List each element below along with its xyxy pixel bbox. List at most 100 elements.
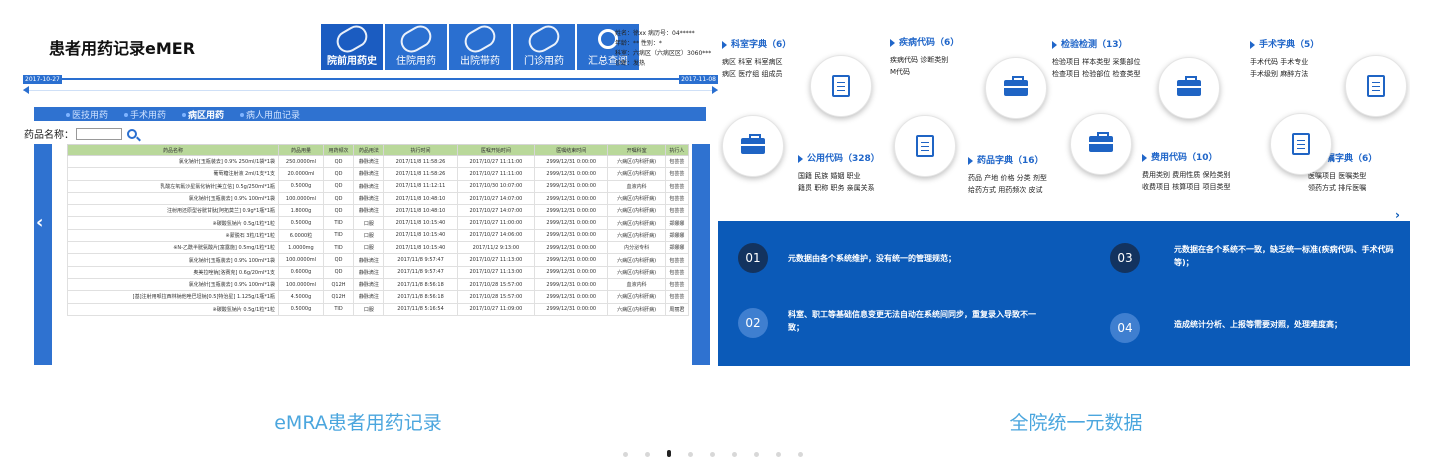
table-row[interactable]: [基]注射用哌拉西林钠他唑巴坦钠[0.5]特治星] 1.125g/1瓶*1瓶 4.… (66, 290, 690, 304)
carousel-dot[interactable] (732, 452, 737, 457)
table-cell: 口服 (353, 216, 385, 230)
table-row[interactable]: ※碳酸氢钠片 0.5g/1粒*1粒 0.5000g TID 口服 2017/11/8 1… (66, 216, 690, 230)
table-cell: 内分泌专科 (607, 241, 666, 255)
medication-table-area: ‹ 药品名称 药品用量 用药频次 药品用法 执行时间 医嘱开始时间 医嘱结束时间 开嘱科室 执行… (34, 144, 710, 365)
table-cell: 2017/10/27 11:11:00 (456, 154, 536, 169)
table-cell: 静脉滴注 (353, 290, 385, 304)
table-cell: 0.6000g (278, 265, 324, 279)
triangle-icon (722, 40, 727, 49)
briefcase-icon (1089, 132, 1113, 152)
table-cell: 2999/12/31 0:00:00 (534, 216, 609, 230)
table-row[interactable]: ※N-乙酰半胱氨酸片[富露施] 0.5mg/1粒*1粒 1.0000mg TID 口服… (66, 241, 690, 255)
table-row[interactable]: 奥美拉唑钠[洛赛克] 0.6g/20ml*1支 0.6000g QD 静脉滴注 2017… (66, 265, 690, 279)
table-cell: 六病区(内科肝病) (607, 154, 666, 169)
table-cell: 2999/12/31 0:00:00 (534, 253, 609, 267)
document-icon (832, 75, 850, 97)
table-cell: 2999/12/31 0:00:00 (534, 265, 609, 279)
table-cell: 包芸芸 (664, 290, 690, 304)
table-cell: 2017/10/28 15:57:00 (456, 277, 536, 292)
briefcase-icon (741, 134, 765, 154)
table-cell: 六病区(内科肝病) (607, 191, 666, 206)
carousel-dot[interactable] (776, 452, 781, 457)
subnav-ward[interactable]: 病区用药 (182, 108, 224, 121)
table-cell: 2999/12/31 0:00:00 (534, 302, 609, 316)
column-header: 医嘱结束时间 (534, 144, 609, 156)
timeline-left-arrow-icon[interactable] (23, 86, 29, 94)
table-cell: 口服 (353, 241, 385, 255)
table-row[interactable]: 葡萄糖注射液 2ml/1支*1支 20.0000ml QD 静脉滴注 2017/11/8… (66, 167, 690, 181)
table-cell: ※N-乙酰半胱氨酸片[富露施] 0.5mg/1粒*1粒 (66, 241, 280, 255)
carousel-dot[interactable] (798, 452, 803, 457)
table-cell: 血液内科 (607, 179, 666, 193)
table-cell: 1.0000mg (278, 241, 324, 255)
table-cell: TID (322, 302, 355, 316)
table-cell: 包芸芸 (664, 253, 690, 267)
table-row[interactable]: 氯化钠针[玉瓶装去] 0.9% 100ml*1袋 100.0000ml QD 静脉滴注… (66, 253, 690, 267)
next-page-button[interactable] (692, 144, 710, 365)
table-row[interactable]: 注射用还原型谷胱甘肽[阿拓莫兰] 0.9g*1瓶*1瓶 1.8000g QD 静脉滴注… (66, 204, 690, 218)
carousel-dot[interactable] (754, 452, 759, 457)
category-drug-dict: 药品字典（16） 药品 产地 价格 分类 剂型 给药方式 用药频次 皮试 (968, 156, 1047, 194)
tab-discharge-medication[interactable]: 出院带药 (449, 21, 511, 70)
tab-preadmission-medication[interactable]: 院前用药史 (321, 21, 383, 70)
table-row[interactable]: 氯化钠针[玉瓶装去] 0.9% 100ml*1袋 100.0000ml Q12H 静脉… (66, 277, 690, 292)
pill-icon (524, 21, 564, 57)
carousel-dot[interactable] (623, 452, 628, 457)
table-row[interactable]: 氯化钠针[玉瓶装去] 0.9% 100ml*1袋 100.0000ml QD 静脉滴注… (66, 191, 690, 206)
carousel-dot[interactable] (645, 452, 650, 457)
table-cell: 六病区(内科肝病) (607, 302, 666, 316)
table-cell: 六病区(内科肝病) (607, 253, 666, 267)
briefcase-icon (1177, 76, 1201, 96)
table-cell: 2017/11/8 10:15:40 (383, 228, 458, 243)
category-fee-code: 费用代码（10） 费用类别 费用性质 保险类别 收费项目 核算项目 项目类型 (1142, 153, 1231, 191)
carousel-dot[interactable] (688, 452, 693, 457)
subnav-medtech[interactable]: 医技用药 (66, 108, 108, 121)
table-row[interactable]: 乳酸左氧氟沙星氯化钠针[美立信] 0.5g/250ml*1瓶 0.5000g QD 静… (66, 179, 690, 193)
table-cell: ※蒙脱石 3粒/1粒*1粒 (66, 228, 280, 243)
table-cell: 六病区(内科肝病) (607, 265, 666, 279)
table-cell: 2017/10/27 14:06:00 (456, 228, 536, 243)
column-header: 药品用法 (353, 144, 385, 156)
order-dict-node (1270, 113, 1332, 175)
tab-inpatient-medication[interactable]: 住院用药 (385, 21, 447, 70)
lab-test-node (1158, 57, 1220, 119)
table-cell: 血液内科 (607, 277, 666, 292)
tab-outpatient-medication[interactable]: 门诊用药 (513, 21, 575, 70)
table-cell: 口服 (353, 302, 385, 316)
carousel-slide: 患者用药记录eMER 院前用药史 住院用药 出院带药 门诊用药 汇总查阅 姓名：… (0, 0, 1434, 457)
issue-text: 科室、职工等基础信息变更无法自动在系统间同步，重复录入导致不一致； (788, 310, 1036, 332)
table-cell: 2017/10/27 11:09:00 (456, 302, 536, 316)
table-header: 药品名称 药品用量 用药频次 药品用法 执行时间 医嘱开始时间 医嘱结束时间 开嘱科室 执行人 (66, 144, 690, 156)
table-row[interactable]: ※碳酸氢钠片 0.5g/1粒*1粒 0.5000g TID 口服 2017/11/8 5… (66, 302, 690, 316)
table-cell: 六病区(内科肝病) (607, 204, 666, 218)
issue-number: 02 (738, 308, 768, 338)
table-cell: 静脉滴注 (353, 253, 385, 267)
table-cell: ※碳酸氢钠片 0.5g/1粒*1粒 (66, 302, 280, 316)
table-cell: 静脉滴注 (353, 204, 385, 218)
subnav-blood-record[interactable]: 病人用血记录 (240, 108, 300, 121)
drug-name-input[interactable] (76, 127, 122, 140)
table-row[interactable]: ※蒙脱石 3粒/1粒*1粒 6.0000粒 TID 口服 2017/11/8 10:15… (66, 228, 690, 243)
chevron-right-icon[interactable]: › (1395, 208, 1400, 222)
prev-page-button[interactable]: ‹ (34, 144, 52, 365)
table-cell: 2999/12/31 0:00:00 (534, 204, 609, 218)
subnav-surgery[interactable]: 手术用药 (124, 108, 166, 121)
table-cell: 包芸芸 (664, 204, 690, 218)
disease-code-node (985, 57, 1047, 119)
carousel-dot[interactable] (710, 452, 715, 457)
carousel-dot[interactable] (667, 450, 671, 457)
category-surgery-dict: 手术字典（5） 手术代码 手术专业 手术级别 麻醉方法 (1250, 40, 1320, 78)
issue-text: 元数据由各个系统维护，没有统一的管理规范； (788, 254, 956, 263)
table-cell: 2017/10/27 11:00:00 (456, 216, 536, 230)
table-cell: 6.0000粒 (278, 228, 324, 243)
date-timeline[interactable]: 2017-10-27 2017-11-08 (23, 75, 718, 94)
table-cell: 2017/10/27 11:13:00 (456, 265, 536, 279)
issue-number: 03 (1110, 243, 1140, 273)
sub-navigation: 医技用药 手术用药 病区用药 病人用血记录 (34, 107, 706, 121)
issue-text: 元数据在各个系统不一致，缺乏统一标准(疾病代码、手术代码等)； (1174, 245, 1394, 267)
document-icon (1367, 75, 1385, 97)
triangle-icon (798, 154, 803, 163)
table-row[interactable]: 氯化钠针[玉瓶装去] 0.9% 250ml/1袋*1袋 250.0000ml QD 静… (66, 154, 690, 169)
search-icon[interactable] (127, 128, 137, 139)
table-cell: 2999/12/31 0:00:00 (534, 277, 609, 292)
